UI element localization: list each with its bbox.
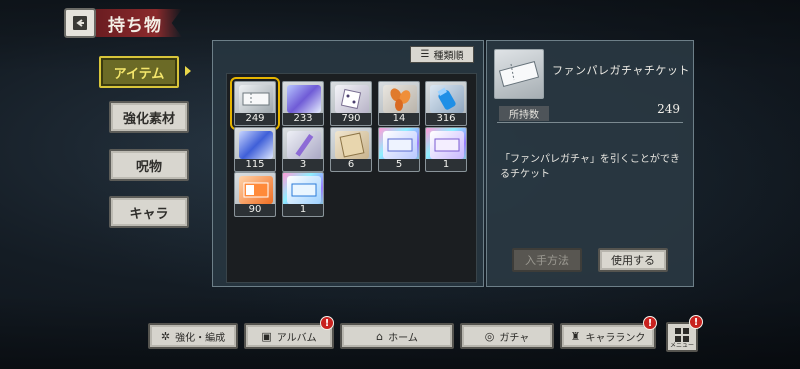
tab-enhance-materials[interactable]: 強化素材 [109,101,189,133]
detail-item-thumbnail [494,49,544,99]
item-qty: 3 [283,159,323,171]
item-slot[interactable]: 233 [282,81,324,126]
owned-count-label: 所持数 [499,106,549,121]
item-slot[interactable]: 1 [425,127,467,172]
nav-home-button[interactable]: ⌂ ホーム [340,323,454,349]
back-button[interactable] [64,8,96,38]
how-to-obtain-button[interactable]: 入手方法 [512,248,582,272]
item-name: ファンパレガチャチケット [552,64,690,77]
item-slot[interactable]: 1 [282,172,324,217]
nav-album-label: アルバム [276,332,317,344]
orange-card-icon [239,176,273,204]
menu-label: メニュー [669,342,694,349]
owned-count-value: 249 [657,102,680,116]
tab-items[interactable]: アイテム [99,56,179,88]
crystal-pen-icon [287,131,321,159]
leaves-icon [383,85,417,113]
item-qty: 249 [235,113,275,125]
character-rank-notification-badge: ! [643,316,657,330]
item-slot[interactable]: 316 [425,81,467,126]
enhance-icon: ✲ [160,329,171,343]
item-qty: 1 [283,204,323,216]
item-qty: 233 [283,113,323,125]
nav-gacha-button[interactable]: ◎ ガチャ [460,323,554,349]
item-slot[interactable]: 5 [378,127,420,172]
divider [497,122,683,123]
album-notification-badge: ! [320,316,334,330]
item-slot[interactable]: 14 [378,81,420,126]
sort-button[interactable]: ☰ 種類順 [410,46,474,63]
tab-cursed-objects[interactable]: 呪物 [109,149,189,181]
gacha-icon: ◎ [484,329,495,343]
item-slot[interactable]: 6 [330,127,372,172]
holo-ticket-blue-icon [287,176,321,204]
nav-character-rank-label: キャラランク [585,332,646,344]
character-rank-icon: ♜ [570,329,581,343]
back-arrow-icon [73,16,87,30]
ticket-icon [239,85,273,113]
home-icon: ⌂ [376,329,384,343]
item-qty: 790 [331,113,371,125]
holo-ticket-icon [430,131,464,159]
item-slot[interactable]: 90 [234,172,276,217]
item-slot[interactable]: 3 [282,127,324,172]
blue-bottle-icon [430,85,464,113]
album-icon: ▣ [261,329,272,343]
nav-enhance-button[interactable]: ✲ 強化・編成 [148,323,238,349]
active-tab-arrow-icon [185,66,191,76]
nav-home-label: ホーム [388,332,418,344]
dice-icon [335,85,369,113]
item-slot[interactable]: 115 [234,127,276,172]
scroll-map-icon [335,131,369,159]
ticket-icon [498,61,540,87]
item-qty: 90 [235,204,275,216]
item-description: 「ファンパレガチャ」を引くことができるチケット [500,154,680,180]
nav-gacha-label: ガチャ [499,332,530,344]
sort-label: 種類順 [433,51,464,62]
item-qty: 115 [235,159,275,171]
item-qty: 6 [331,159,371,171]
nav-enhance-label: 強化・編成 [175,332,226,344]
sort-icon: ☰ [420,49,430,60]
page-title: 持ち物 [108,16,162,36]
item-qty: 1 [426,159,466,171]
crystal-cards-icon [287,85,321,113]
tab-characters[interactable]: キャラ [109,196,189,228]
use-button[interactable]: 使用する [598,248,668,272]
holo-ticket-icon [383,131,417,159]
item-qty: 5 [379,159,419,171]
item-slot[interactable]: 249 [230,77,280,130]
menu-notification-badge: ! [689,315,703,329]
item-slot[interactable]: 790 [330,81,372,126]
blue-shards-icon [239,131,273,159]
item-qty: 14 [379,113,419,125]
nav-character-rank-button[interactable]: ♜ キャラランク [560,323,656,349]
item-qty: 316 [426,113,466,125]
